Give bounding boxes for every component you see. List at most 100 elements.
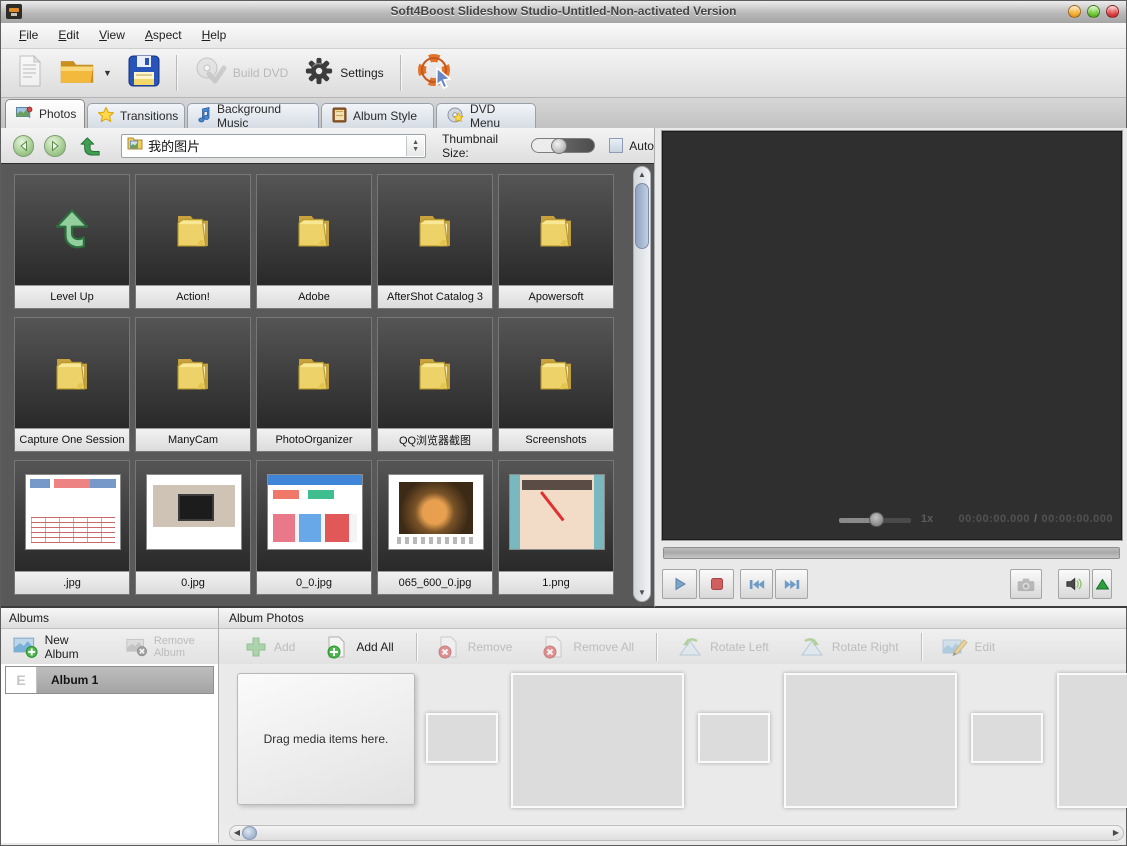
grid-item-label: 0_0.jpg xyxy=(257,571,371,594)
transport-controls xyxy=(662,569,1120,601)
maximize-button[interactable] xyxy=(1087,5,1100,18)
grid-item-label: Apowersoft xyxy=(499,285,613,308)
remove-button[interactable]: Remove xyxy=(429,633,521,661)
menu-aspect[interactable]: Aspect xyxy=(135,23,192,48)
grid-item-image[interactable]: 1.png xyxy=(498,460,614,595)
speed-slider-knob[interactable] xyxy=(869,512,884,527)
menu-edit[interactable]: Edit xyxy=(48,23,89,48)
edit-button[interactable]: Edit xyxy=(934,634,1004,660)
transition-placeholder[interactable] xyxy=(426,713,498,763)
grid-item-folder[interactable]: AfterShot Catalog 3 xyxy=(377,174,493,309)
title-bar[interactable]: Soft4Boost Slideshow Studio-Untitled-Non… xyxy=(1,1,1126,24)
drop-hint: Drag media items here. xyxy=(264,732,389,746)
thumbnail-size-knob[interactable] xyxy=(551,138,567,154)
grid-item-folder[interactable]: Action! xyxy=(135,174,251,309)
tab-photos[interactable]: Photos xyxy=(5,99,85,128)
grid-item-image[interactable]: .jpg xyxy=(14,460,130,595)
albums-list: E Album 1 xyxy=(1,664,218,843)
settings-button[interactable]: Settings xyxy=(296,52,391,95)
folder-icon xyxy=(257,318,371,429)
browser-vertical-scrollbar[interactable]: ▲ ▼ xyxy=(633,166,651,602)
menu-view[interactable]: View xyxy=(89,23,135,48)
video-controls: 1x 00:00:00.000/00:00:00.000 xyxy=(663,509,1113,531)
grid-item-folder[interactable]: QQ浏览器截图 xyxy=(377,317,493,452)
minimize-button[interactable] xyxy=(1068,5,1081,18)
tab-dvd-menu[interactable]: DVD Menu xyxy=(436,103,536,128)
scroll-up-arrow[interactable]: ▲ xyxy=(634,168,650,182)
open-project-button[interactable]: ▼ xyxy=(51,52,120,95)
add-all-button[interactable]: Add All xyxy=(317,633,401,661)
tab-album-style-label: Album Style xyxy=(353,109,417,123)
album-list-item-selected[interactable]: E Album 1 xyxy=(5,666,214,694)
help-lifesaver-cursor-icon xyxy=(417,53,453,94)
rotate-left-button[interactable]: Rotate Left xyxy=(669,634,777,660)
grid-item-folder[interactable]: PhotoOrganizer xyxy=(256,317,372,452)
photo-placeholder[interactable] xyxy=(784,673,957,808)
transition-placeholder[interactable] xyxy=(698,713,770,763)
vertical-scroll-thumb[interactable] xyxy=(635,183,649,249)
edit-icon xyxy=(942,636,968,658)
grid-item-folder[interactable]: Adobe xyxy=(256,174,372,309)
path-spinner[interactable]: ▲▼ xyxy=(406,136,424,156)
grid-item-folder[interactable]: ManyCam xyxy=(135,317,251,452)
close-button[interactable] xyxy=(1106,5,1119,18)
grid-item-folder[interactable]: Capture One Session xyxy=(14,317,130,452)
play-icon xyxy=(673,577,687,591)
seek-bar[interactable] xyxy=(663,547,1120,559)
transition-placeholder[interactable] xyxy=(971,713,1043,763)
stop-button[interactable] xyxy=(699,569,734,599)
save-project-button[interactable] xyxy=(120,51,168,96)
photo-placeholder[interactable] xyxy=(1057,673,1127,808)
album-photos-panel: Album Photos Add Add All Remove Remove A… xyxy=(219,608,1126,843)
horizontal-scroll-thumb[interactable] xyxy=(242,826,257,840)
folder-icon xyxy=(136,175,250,286)
timeline-horizontal-scrollbar[interactable]: ◀ ▶ xyxy=(229,825,1124,841)
tab-background-music[interactable]: Background Music xyxy=(187,103,319,128)
remove-all-button[interactable]: Remove All xyxy=(534,633,642,661)
new-project-button[interactable] xyxy=(9,51,51,96)
grid-item-level-up[interactable]: Level Up xyxy=(14,174,130,309)
thumbnail-size-slider[interactable] xyxy=(531,138,595,153)
forward-button[interactable] xyxy=(44,135,65,157)
grid-item-image[interactable]: 065_600_0.jpg xyxy=(377,460,493,595)
album-name: Album 1 xyxy=(37,667,213,693)
tab-transitions[interactable]: Transitions xyxy=(87,103,185,128)
folder-icon xyxy=(499,318,613,429)
scroll-down-arrow[interactable]: ▼ xyxy=(634,586,650,600)
auto-checkbox[interactable] xyxy=(609,138,624,153)
menu-help[interactable]: Help xyxy=(192,23,237,48)
photo-placeholder[interactable] xyxy=(511,673,684,808)
remove-album-button[interactable]: Remove Album xyxy=(120,633,218,661)
tab-album-style[interactable]: Album Style xyxy=(321,103,434,128)
new-album-button[interactable]: New Album xyxy=(7,631,106,663)
grid-item-folder[interactable]: Screenshots xyxy=(498,317,614,452)
photos-icon xyxy=(16,106,33,123)
back-button[interactable] xyxy=(13,135,34,157)
up-level-button[interactable] xyxy=(80,135,103,157)
grid-item-label: ManyCam xyxy=(136,428,250,451)
scroll-right-arrow[interactable]: ▶ xyxy=(1109,826,1123,840)
help-button[interactable] xyxy=(409,49,461,98)
play-button[interactable] xyxy=(662,569,697,599)
build-dvd-button[interactable]: Build DVD xyxy=(185,52,296,95)
menu-file[interactable]: File xyxy=(9,23,48,48)
browser-nav-bar: 我的图片 ▲▼ Thumbnail Size: Auto xyxy=(1,128,654,164)
time-separator: / xyxy=(1030,513,1042,525)
mute-button[interactable] xyxy=(1058,569,1090,599)
path-combobox[interactable]: 我的图片 ▲▼ xyxy=(121,134,426,158)
file-grid: Level Up Action! Adobe AfterShot Catalog… xyxy=(1,164,633,606)
next-button[interactable] xyxy=(775,569,808,599)
rotate-right-button[interactable]: Rotate Right xyxy=(791,634,907,660)
window-title: Soft4Boost Slideshow Studio-Untitled-Non… xyxy=(1,4,1126,18)
snapshot-button[interactable] xyxy=(1010,569,1042,599)
add-button[interactable]: Add xyxy=(237,634,303,660)
volume-popup-button[interactable] xyxy=(1092,569,1112,599)
grid-item-folder[interactable]: Apowersoft xyxy=(498,174,614,309)
grid-item-image[interactable]: 0.jpg xyxy=(135,460,251,595)
previous-button[interactable] xyxy=(740,569,773,599)
open-folder-icon xyxy=(59,56,95,91)
open-dropdown-arrow[interactable]: ▼ xyxy=(103,68,112,78)
drop-zone[interactable]: Drag media items here. xyxy=(237,673,415,805)
add-plus-icon xyxy=(245,636,267,658)
grid-item-image[interactable]: 0_0.jpg xyxy=(256,460,372,595)
